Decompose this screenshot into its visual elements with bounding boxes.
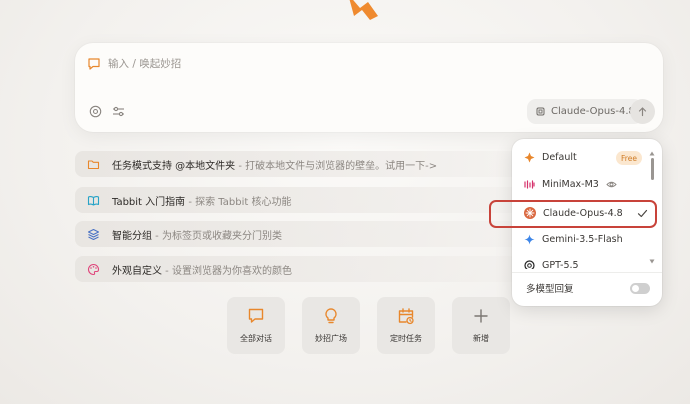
folder-icon [87, 159, 100, 169]
vision-icon [606, 181, 617, 188]
model-option-gpt[interactable]: GPT-5.5 [524, 260, 579, 269]
model-option-label: GPT-5.5 [542, 260, 579, 269]
suggestion-title: 任务模式支持 @本地文件夹 [112, 160, 236, 172]
quick-action-tips-plaza[interactable]: 妙招广场 [302, 297, 360, 354]
send-button[interactable] [630, 99, 655, 124]
multi-model-row: 多模型回复 [526, 281, 650, 295]
model-option-label: Default [542, 152, 577, 163]
palette-icon [88, 263, 100, 275]
quick-action-label: 新增 [473, 334, 489, 343]
model-option-minimax[interactable]: MiniMax-M3 [524, 179, 617, 190]
suggestion-item-appearance[interactable]: 外观自定义 - 设置浏览器为你喜欢的颜色 [75, 256, 555, 282]
suggestion-desc: - 打破本地文件与浏览器的壁垒。试用一下-> [235, 160, 438, 172]
suggestion-title: Tabbit 入门指南 [112, 196, 186, 208]
quick-action-all-chats[interactable]: 全部对话 [227, 297, 285, 354]
chat-input[interactable]: 输入 / 唤起妙招 [87, 56, 181, 71]
free-badge: Free [616, 151, 642, 165]
suggestion-item-smart-group[interactable]: 智能分组 - 为标签页或收藏夹分门别类 [75, 221, 555, 247]
default-model-icon [524, 152, 535, 163]
model-option-default[interactable]: Default [524, 152, 577, 163]
openai-logo-icon [524, 260, 535, 269]
at-mention-icon[interactable] [89, 105, 102, 118]
chat-icon [248, 308, 264, 323]
model-option-gemini[interactable]: Gemini-3.5-Flash [524, 234, 623, 245]
quick-action-label: 全部对话 [240, 334, 272, 343]
suggestion-desc: - 设置浏览器为你喜欢的颜色 [162, 265, 292, 277]
model-selector-button[interactable]: Claude-Opus-4.8 [527, 99, 643, 124]
suggestion-title: 外观自定义 [112, 265, 162, 277]
quick-action-add[interactable]: 新增 [452, 297, 510, 354]
calendar-clock-icon [398, 308, 414, 325]
dropdown-divider [512, 272, 662, 273]
multi-model-label: 多模型回复 [526, 284, 574, 295]
suggestion-desc: - 为标签页或收藏夹分门别类 [152, 230, 282, 242]
app-logo-icon [349, 0, 378, 20]
gemini-logo-icon [524, 234, 535, 245]
suggestion-item-local-folder[interactable]: 任务模式支持 @本地文件夹 - 打破本地文件与浏览器的壁垒。试用一下-> [75, 151, 555, 177]
suggestion-item-guide[interactable]: Tabbit 入门指南 - 探索 Tabbit 核心功能 [75, 187, 555, 213]
selection-highlight-box [489, 200, 657, 228]
quick-action-label: 定时任务 [390, 334, 422, 343]
quick-action-label: 妙招广场 [315, 334, 347, 343]
dropdown-scroll-thumb[interactable] [650, 158, 654, 180]
minimax-logo-icon [524, 180, 535, 189]
input-placeholder: 输入 / 唤起妙招 [108, 58, 182, 70]
multi-model-toggle[interactable] [630, 282, 650, 294]
layers-icon [87, 228, 100, 240]
model-option-label: MiniMax-M3 [542, 179, 599, 190]
suggestion-desc: - 探索 Tabbit 核心功能 [185, 196, 292, 208]
arrow-up-icon [638, 107, 647, 117]
quick-action-scheduled-tasks[interactable]: 定时任务 [377, 297, 435, 354]
chip-icon [536, 107, 545, 116]
suggestion-title: 智能分组 [112, 230, 152, 242]
book-icon [87, 195, 100, 206]
model-option-label: Gemini-3.5-Flash [542, 234, 623, 245]
plus-icon [474, 309, 488, 323]
model-selector-label: Claude-Opus-4.8 [551, 106, 635, 117]
settings-sliders-icon[interactable] [112, 105, 125, 118]
scroll-up-icon [649, 151, 655, 156]
chat-input-card: 输入 / 唤起妙招 Claude-Opus-4.8 [75, 43, 663, 132]
chat-bubble-icon [88, 57, 100, 70]
lightbulb-icon [325, 308, 337, 324]
scroll-down-icon [649, 259, 655, 264]
